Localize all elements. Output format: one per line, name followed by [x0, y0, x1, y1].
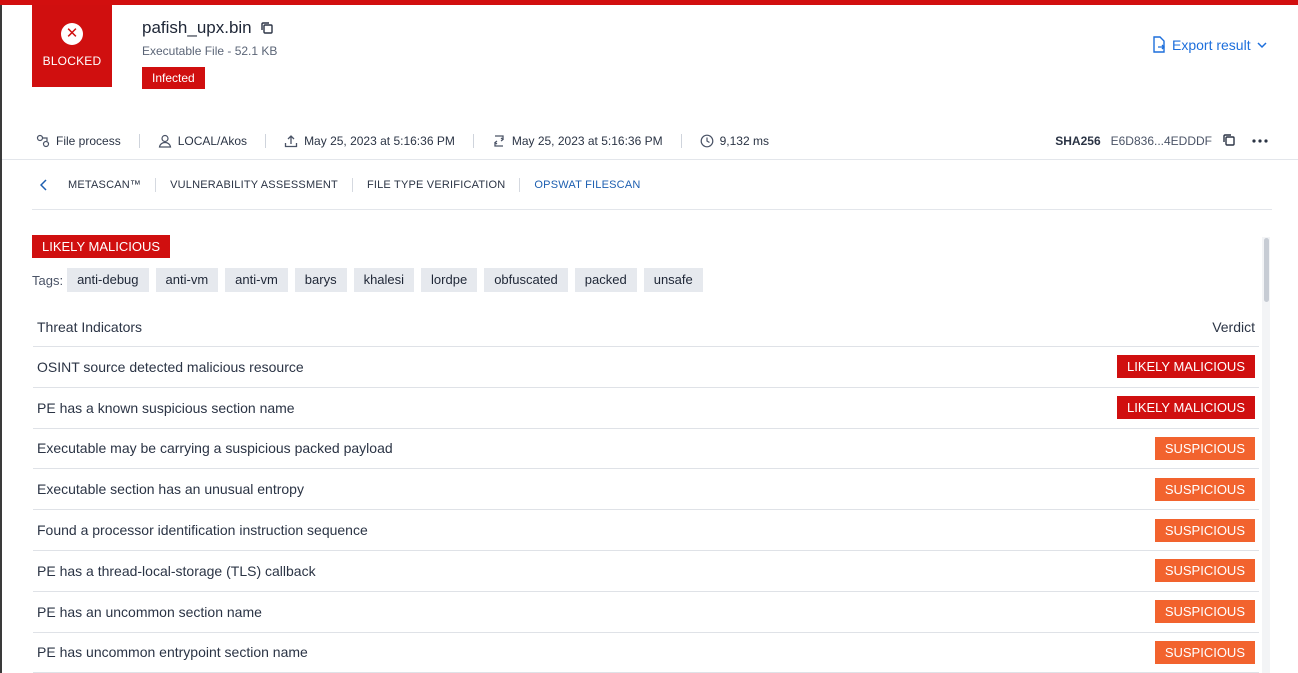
tags-list: Tags: anti-debug anti-vm anti-vm barys k…: [32, 268, 710, 292]
table-row[interactable]: OSINT source detected malicious resource…: [33, 347, 1259, 388]
blocked-label: BLOCKED: [42, 54, 102, 68]
scrollbar-thumb[interactable]: [1264, 238, 1269, 302]
engine-tabs: METASCAN™ VULNERABILITY ASSESSMENT FILE …: [40, 174, 655, 196]
user-icon: [158, 134, 171, 148]
indicator-text: Found a processor identification instruc…: [37, 522, 368, 539]
tag-chip: packed: [574, 268, 637, 292]
indicator-text: PE has a thread-local-storage (TLS) call…: [37, 562, 316, 579]
refresh-icon: [493, 135, 504, 147]
duration-item: 9,132 ms: [700, 134, 769, 148]
table-row[interactable]: PE has a thread-local-storage (TLS) call…: [33, 551, 1259, 592]
divider: [2, 159, 1298, 160]
tag-chip: lordpe: [421, 268, 478, 292]
processed-time-label: May 25, 2023 at 5:16:36 PM: [511, 134, 663, 148]
table-row[interactable]: Executable section has an unusual entrop…: [33, 469, 1259, 511]
divider: [265, 134, 267, 148]
export-result-label: Export result: [1172, 37, 1251, 53]
indicator-text: PE has uncommon entrypoint section name: [37, 644, 308, 661]
user-label: LOCAL/Akos: [177, 134, 248, 148]
table-header: Threat Indicators Verdict: [33, 307, 1259, 347]
table-row[interactable]: Executable may be carrying a suspicious …: [33, 429, 1259, 470]
file-name: pafish_upx.bin: [142, 18, 274, 38]
table-row[interactable]: PE has an uncommon section name SUSPICIO…: [33, 592, 1259, 633]
hash-display: SHA256 E6D836...4EDDDF: [1055, 130, 1268, 152]
blocked-status-tile: ✕ BLOCKED: [32, 5, 112, 87]
tag-chip: anti-vm: [225, 268, 288, 292]
tab-opswat-filescan[interactable]: OPSWAT FILESCAN: [519, 178, 654, 192]
tag-chip: anti-debug: [67, 268, 149, 292]
table-row[interactable]: PE has a known suspicious section name L…: [33, 388, 1259, 429]
top-accent-bar: [0, 0, 1298, 5]
copy-icon[interactable]: [260, 21, 274, 35]
more-options-icon[interactable]: [1252, 139, 1268, 143]
export-result-button[interactable]: Export result: [1152, 36, 1267, 54]
upload-icon: [284, 135, 298, 148]
user-item: LOCAL/Akos: [158, 134, 247, 148]
column-header-indicators: Threat Indicators: [37, 318, 143, 335]
tab-metascan[interactable]: METASCAN™: [54, 178, 155, 192]
threat-indicators-table: Threat Indicators Verdict OSINT source d…: [33, 307, 1259, 673]
verdict-badge: SUSPICIOUS: [1154, 518, 1255, 542]
left-edge: [0, 5, 2, 673]
indicator-text: PE has a known suspicious section name: [37, 399, 295, 416]
verdict-badge: LIKELY MALICIOUS: [1116, 355, 1255, 379]
table-row[interactable]: Found a processor identification instruc…: [33, 510, 1259, 551]
indicator-text: OSINT source detected malicious resource: [37, 358, 304, 375]
tab-file-type-verification[interactable]: FILE TYPE VERIFICATION: [351, 178, 519, 192]
tag-chip: unsafe: [643, 268, 703, 292]
infected-badge: Infected: [142, 67, 205, 89]
process-icon: [36, 134, 50, 148]
verdict-badge: SUSPICIOUS: [1154, 559, 1255, 583]
clock-icon: [700, 134, 713, 148]
column-header-verdict: Verdict: [1212, 318, 1255, 335]
verdict-badge: SUSPICIOUS: [1154, 436, 1255, 460]
close-icon: ✕: [61, 23, 83, 45]
meta-bar: File process LOCAL/Akos May 25, 2023 at …: [36, 130, 769, 152]
chevron-down-icon: [1257, 42, 1267, 49]
indicator-text: Executable section has an unusual entrop…: [37, 481, 304, 498]
upload-time-item: May 25, 2023 at 5:16:36 PM: [284, 134, 455, 148]
table-row[interactable]: PE has uncommon entrypoint section name …: [33, 633, 1259, 673]
duration-label: 9,132 ms: [719, 134, 769, 148]
tag-chip: barys: [294, 268, 347, 292]
overall-verdict-badge: LIKELY MALICIOUS: [32, 235, 171, 258]
hash-label: SHA256: [1055, 134, 1101, 148]
export-file-icon: [1153, 36, 1165, 53]
tag-chip: khalesi: [353, 268, 415, 292]
verdict-badge: SUSPICIOUS: [1154, 477, 1255, 501]
chevron-left-icon[interactable]: [40, 179, 48, 191]
file-name-text: pafish_upx.bin: [142, 18, 252, 37]
hash-value: E6D836...4EDDDF: [1110, 134, 1212, 148]
upload-time-label: May 25, 2023 at 5:16:36 PM: [304, 134, 455, 148]
tag-chip: obfuscated: [484, 268, 568, 292]
copy-icon[interactable]: [1222, 133, 1236, 150]
indicator-text: Executable may be carrying a suspicious …: [37, 440, 393, 457]
verdict-badge: SUSPICIOUS: [1154, 640, 1255, 664]
tab-vulnerability-assessment[interactable]: VULNERABILITY ASSESSMENT: [155, 178, 352, 192]
file-meta: Executable File - 52.1 KB: [142, 44, 278, 58]
scrollbar-track[interactable]: [1262, 237, 1270, 673]
tags-label: Tags:: [32, 272, 64, 288]
verdict-badge: SUSPICIOUS: [1154, 600, 1255, 624]
divider: [138, 134, 140, 148]
tag-chip: anti-vm: [155, 268, 219, 292]
file-process-item: File process: [36, 134, 121, 148]
divider: [472, 134, 474, 148]
file-process-label: File process: [56, 134, 121, 148]
divider: [32, 209, 1272, 210]
indicator-text: PE has an uncommon section name: [37, 603, 262, 620]
divider: [680, 134, 682, 148]
processed-time-item: May 25, 2023 at 5:16:36 PM: [492, 134, 663, 148]
verdict-badge: LIKELY MALICIOUS: [1116, 396, 1255, 420]
